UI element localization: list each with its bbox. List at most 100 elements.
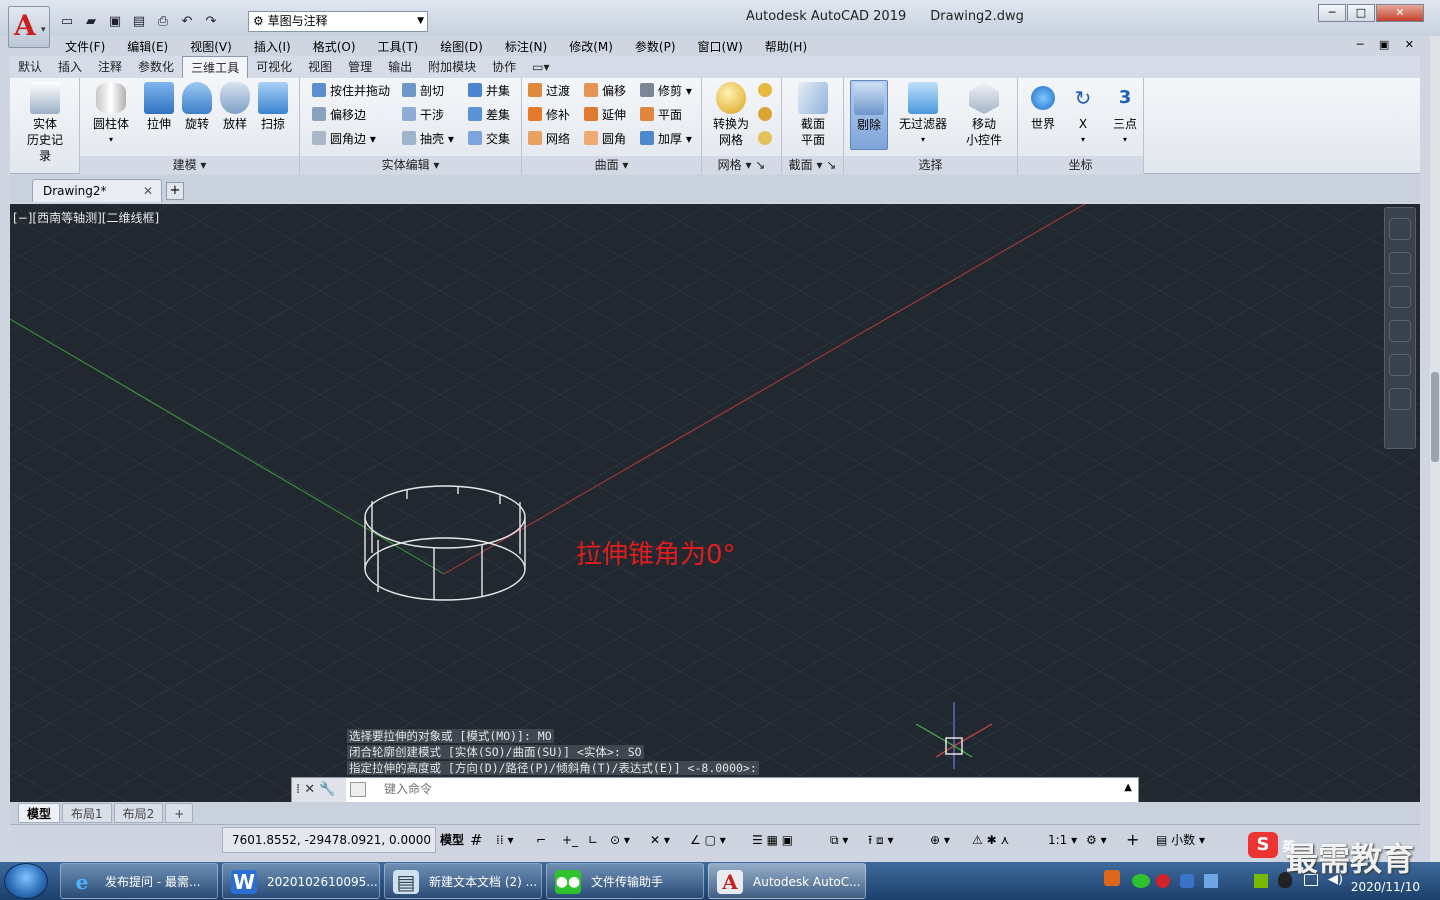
move-gizmo-button[interactable]: 移动 小控件 (958, 80, 1010, 148)
annotation-scale-select[interactable]: 1:1 ▾ (1048, 827, 1077, 853)
ucs-world-button[interactable]: 世界 (1024, 80, 1062, 132)
command-input[interactable] (384, 782, 1084, 796)
print-icon[interactable]: ⎙ (152, 11, 174, 31)
no-filter-button[interactable]: 无过滤器 ▾ (896, 80, 950, 148)
redo-icon[interactable]: ↷ (200, 11, 222, 31)
save-as-icon[interactable]: ▤ (128, 11, 150, 31)
panel-title-section[interactable]: 截面 ▾ ↘ (782, 156, 843, 174)
surface-offset-button[interactable]: 偏移 (584, 80, 626, 102)
menu-tools[interactable]: 工具(T) (378, 38, 419, 55)
interfere-button[interactable]: 干涉 (402, 104, 444, 126)
union-button[interactable]: 并集 (468, 80, 510, 102)
maximize-button[interactable]: □ (1347, 4, 1375, 22)
3d-osnap-icon[interactable]: ⭱ ⧈ ▾ (868, 827, 894, 853)
orbit-icon[interactable] (1389, 252, 1411, 274)
taskbar-item-wps[interactable]: W 2020102610095... (222, 863, 380, 899)
chevron-up-icon[interactable]: ▲ (1124, 782, 1132, 793)
sogou-tray-icon[interactable] (1104, 870, 1120, 886)
dynamic-input-icon[interactable]: +_ (562, 827, 578, 853)
wechat-tray-icon[interactable] (1132, 874, 1150, 888)
network-button[interactable]: 网络 (528, 128, 570, 150)
infer-constraints-icon[interactable]: ⌐ (536, 827, 546, 853)
menu-draw[interactable]: 绘图(D) (440, 38, 483, 55)
ribbon-toggle-button[interactable]: ▭▾ (524, 56, 557, 78)
tab-manage[interactable]: 管理 (340, 56, 380, 78)
tab-default[interactable]: 默认 (10, 56, 50, 78)
isodraft-icon[interactable]: ✕ ▾ (650, 827, 670, 853)
object-snap-tracking-icon[interactable]: ∠ ▢ ▾ (690, 827, 726, 853)
ucs-3point-button[interactable]: 3 三点 ▾ (1106, 80, 1144, 148)
new-tab-button[interactable]: + (166, 182, 184, 200)
menu-insert[interactable]: 插入(I) (254, 38, 291, 55)
menu-format[interactable]: 格式(O) (313, 38, 356, 55)
undo-icon[interactable]: ↶ (176, 11, 198, 31)
grip-icon[interactable]: ⁞ (296, 782, 300, 797)
add-layout-button[interactable]: + (165, 803, 194, 823)
doc-tab-drawing2[interactable]: Drawing2* ✕ (32, 179, 162, 202)
ucs-x-button[interactable]: ↻ X ▾ (1064, 80, 1102, 148)
taskbar-clock-date[interactable]: 2020/11/10 (1351, 880, 1420, 894)
menu-help[interactable]: 帮助(H) (765, 38, 807, 55)
offset-edge-button[interactable]: 偏移边 (312, 104, 366, 126)
blend-button[interactable]: 过渡 (528, 80, 570, 102)
layout-tab-layout2[interactable]: 布局2 (113, 803, 164, 823)
panel-title-surface[interactable]: 曲面 ▾ (522, 156, 701, 174)
surface-fillet-button[interactable]: 圆角 (584, 128, 626, 150)
network-tray-icon[interactable] (1204, 874, 1218, 888)
extend-button[interactable]: 延伸 (584, 104, 626, 126)
save-icon[interactable]: ▣ (104, 11, 126, 31)
tab-insert[interactable]: 插入 (50, 56, 90, 78)
mesh-tool-1-icon[interactable] (758, 80, 776, 102)
extrude-button[interactable]: 拉伸 (142, 80, 176, 132)
viewport-controls-label[interactable]: [−][西南等轴测][二维线框] (13, 209, 159, 226)
right-scrollbar[interactable] (1430, 36, 1440, 862)
menu-dimension[interactable]: 标注(N) (505, 38, 547, 55)
sweep-button[interactable]: 扫掠 (256, 80, 290, 132)
model-space-button[interactable]: 模型 (440, 827, 464, 853)
menu-modify[interactable]: 修改(M) (569, 38, 613, 55)
minimize-button[interactable]: ─ (1318, 4, 1346, 22)
taskbar-item-notepad[interactable]: ▤ 新建文本文档 (2) ... (384, 863, 542, 899)
new-file-icon[interactable]: ▭ (56, 11, 78, 31)
weibo-tray-icon[interactable] (1156, 874, 1170, 888)
dynamic-ucs-icon[interactable]: ⊕ ▾ (930, 827, 950, 853)
solid-history-button[interactable]: 实体 历史记录 (26, 80, 64, 164)
slice-button[interactable]: 剖切 (402, 80, 444, 102)
layout-tab-layout1[interactable]: 布局1 (62, 803, 112, 823)
tab-addins[interactable]: 附加模块 (420, 56, 484, 78)
intersect-button[interactable]: 交集 (468, 128, 510, 150)
close-icon[interactable]: ✕ (304, 782, 315, 797)
menu-edit[interactable]: 编辑(E) (127, 38, 168, 55)
mesh-tool-2-icon[interactable] (758, 104, 776, 126)
tab-output[interactable]: 输出 (380, 56, 420, 78)
close-button[interactable]: ✕ (1376, 4, 1424, 22)
fillet-edge-button[interactable]: 圆角边 ▾ (312, 128, 376, 150)
start-button[interactable] (4, 863, 48, 899)
workspace-select[interactable]: ⚙ 草图与注释 ▼ (248, 11, 428, 32)
revolve-button[interactable]: 旋转 (180, 80, 214, 132)
showmotion-icon[interactable] (1389, 354, 1411, 376)
mesh-tool-3-icon[interactable] (758, 128, 776, 150)
document-window-controls[interactable]: ─ ▣ ✕ (1357, 38, 1420, 51)
taskbar-item-browser[interactable]: e 发布提问 - 最需... (60, 863, 218, 899)
layout-tab-model[interactable]: 模型 (18, 803, 61, 823)
menu-file[interactable]: 文件(F) (65, 38, 105, 55)
presspull-button[interactable]: 按住并拖动 (312, 80, 390, 102)
ortho-icon[interactable]: ∟ (588, 827, 598, 853)
tab-parametric[interactable]: 参数化 (130, 56, 182, 78)
subtract-button[interactable]: 差集 (468, 104, 510, 126)
menu-window[interactable]: 窗口(W) (698, 38, 743, 55)
planar-button[interactable]: 平面 (640, 104, 682, 126)
scrollbar-thumb[interactable] (1431, 372, 1439, 462)
panel-title-coordinates[interactable]: 坐标 (1018, 156, 1143, 174)
command-prompt-icon[interactable] (350, 782, 366, 797)
convert-to-mesh-button[interactable]: 转换为 网格 (708, 80, 754, 148)
close-icon[interactable]: ✕ (143, 180, 153, 202)
loft-button[interactable]: 放样 (218, 80, 252, 132)
panel-title-solid-editing[interactable]: 实体编辑 ▾ (300, 156, 521, 174)
trim-button[interactable]: 修剪 ▾ (640, 80, 692, 102)
menu-view[interactable]: 视图(V) (190, 38, 232, 55)
tab-view[interactable]: 视图 (300, 56, 340, 78)
app-menu-button[interactable]: A ▾ (8, 6, 50, 48)
shield-icon[interactable] (1180, 874, 1194, 888)
